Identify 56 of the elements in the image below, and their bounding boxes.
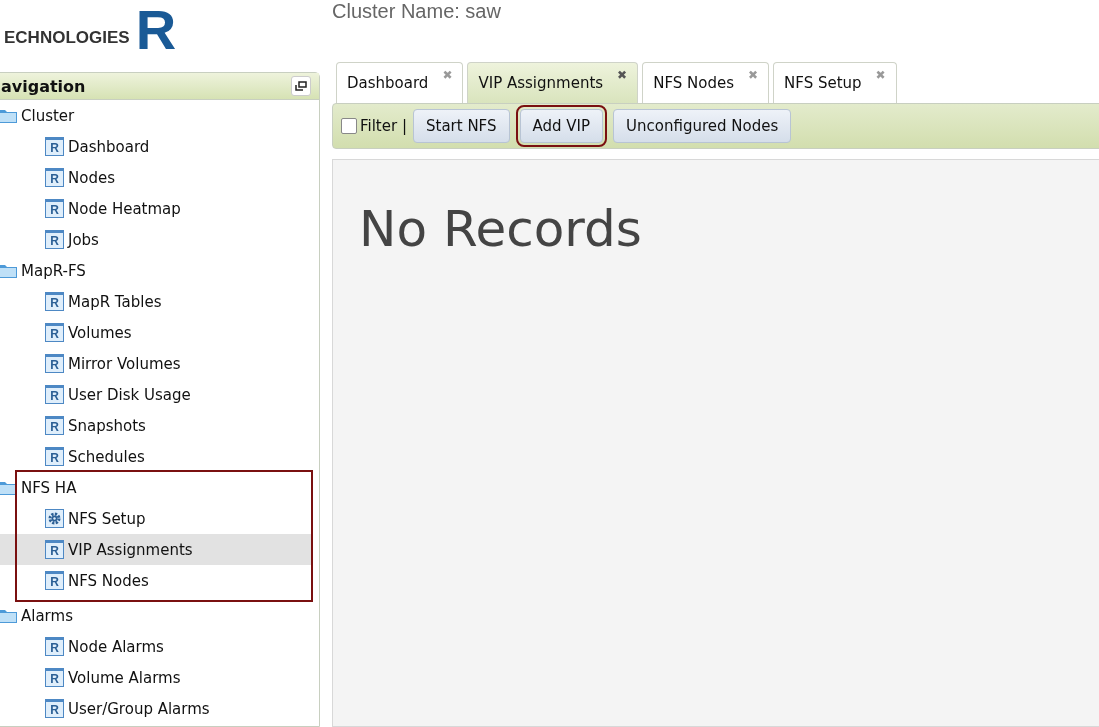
folder-icon [0,108,17,123]
filter-label: Filter | [360,117,407,135]
tree-item[interactable]: R Volume Alarms [0,662,319,693]
tree-group[interactable]: Alarms [0,600,319,631]
tree-item[interactable]: R Schedules [0,441,319,472]
report-icon: R [45,540,64,559]
folder-icon [0,480,17,495]
tree-item[interactable]: R Dashboard [0,131,319,162]
report-icon: R [45,323,64,342]
close-icon[interactable]: ✖ [617,68,628,82]
tab[interactable]: NFS Nodes ✖ [642,62,770,103]
tree-item[interactable]: R Nodes [0,162,319,193]
tree-item[interactable]: R Snapshots [0,410,319,441]
report-icon: R [45,571,64,590]
report-icon: R [45,137,64,156]
tree-item[interactable]: R VIP Assignments [0,534,311,565]
report-icon: R [45,447,64,466]
report-icon: R [45,637,64,656]
tree-group[interactable]: NFS HA [0,472,311,503]
restore-button[interactable] [291,76,311,96]
tree-item[interactable]: R Mirror Volumes [0,348,319,379]
report-icon: R [45,354,64,373]
report-icon: R [45,699,64,718]
filter-checkbox[interactable] [341,118,357,134]
tree-group[interactable]: MapR-FS [0,255,319,286]
tree-item[interactable]: R MapR Tables [0,286,319,317]
gear-icon [45,509,64,528]
tree-item[interactable]: NFS Setup [0,503,311,534]
empty-message: No Records [359,200,643,258]
toolbar-button[interactable]: Start NFS [413,109,510,143]
tree-group[interactable]: Cluster [0,100,319,131]
tree-item[interactable]: R User/Group Alarms [0,693,319,724]
tab[interactable]: NFS Setup ✖ [773,62,897,103]
report-icon: R [45,385,64,404]
tree-item[interactable]: R Node Heatmap [0,193,319,224]
report-icon: R [45,292,64,311]
report-icon: R [45,668,64,687]
report-icon: R [45,168,64,187]
restore-icon [295,81,307,91]
tab[interactable]: Dashboard ✖ [336,62,464,103]
tree-item[interactable]: R Volumes [0,317,319,348]
report-icon: R [45,199,64,218]
tab[interactable]: VIP Assignments ✖ [467,62,639,103]
folder-icon [0,263,17,278]
toolbar-button[interactable]: Unconfigured Nodes [613,109,792,143]
tree-item[interactable]: R NFS Nodes [0,565,311,596]
logo-mark: R [135,2,177,58]
folder-icon [0,608,17,623]
tree-item[interactable]: R Jobs [0,224,319,255]
panel-title: avigation [1,76,86,96]
report-icon: R [45,416,64,435]
logo-tagline: ECHNOLOGIES [4,28,130,48]
cluster-name: Cluster Name: saw [332,0,502,24]
report-icon: R [45,230,64,249]
tree-item[interactable]: R Node Alarms [0,631,319,662]
tree-item[interactable]: R User Disk Usage [0,379,319,410]
